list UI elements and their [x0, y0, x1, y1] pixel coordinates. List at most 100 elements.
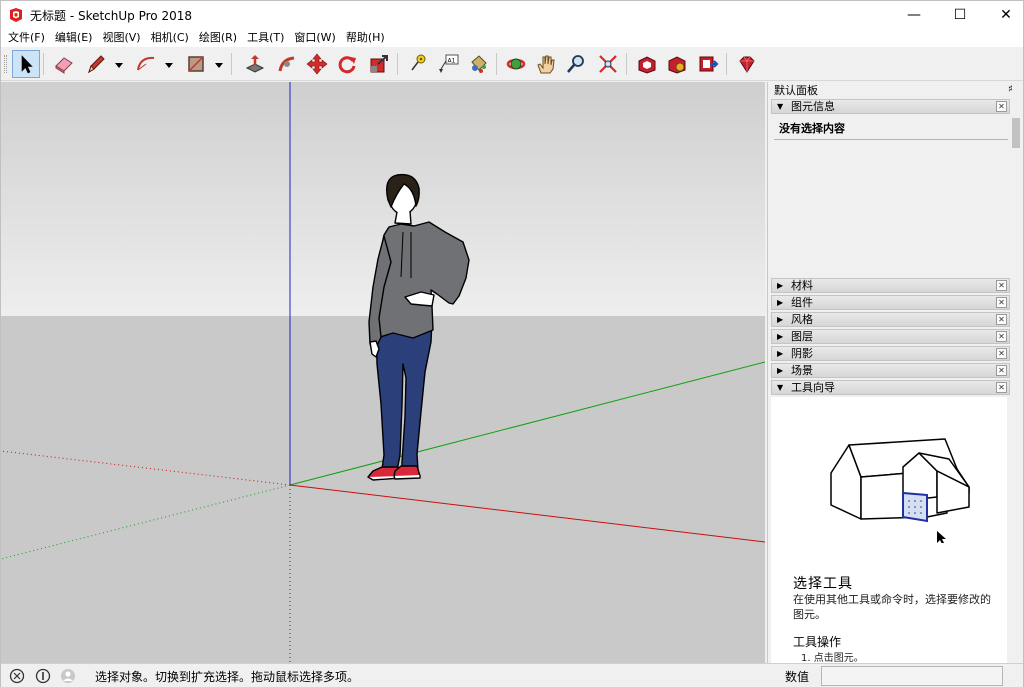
- instructor-description: 在使用其他工具或命令时，选择要修改的图元。: [793, 593, 991, 621]
- toolbar-separator: [626, 53, 627, 75]
- scenes-header[interactable]: ▶ 场景 ✕: [771, 363, 1010, 378]
- select-tool-illustration: [830, 438, 970, 543]
- modeling-viewport[interactable]: [1, 82, 765, 663]
- status-bar: 选择对象。切换到扩充选择。拖动鼠标选择多项。 数值: [1, 663, 1023, 687]
- instructor-operations-title: 工具操作: [793, 635, 842, 649]
- eraser-tool-button[interactable]: [50, 50, 78, 78]
- menu-camera[interactable]: 相机(C): [146, 29, 194, 47]
- menu-edit[interactable]: 编辑(E): [50, 29, 98, 47]
- geo-location-icon[interactable]: [9, 668, 25, 684]
- arc-tool-button[interactable]: [132, 50, 160, 78]
- close-icon[interactable]: ✕: [996, 297, 1007, 308]
- instructor-step: 1. 点击图元。: [801, 653, 864, 663]
- menu-file[interactable]: 文件(F): [3, 29, 50, 47]
- credits-info-icon[interactable]: [35, 668, 51, 684]
- menu-help[interactable]: 帮助(H): [341, 29, 390, 47]
- components-header[interactable]: ▶ 组件 ✕: [771, 295, 1010, 310]
- measurements-label: 数值: [785, 670, 810, 684]
- instructor-body: 选择工具 在使用其他工具或命令时，选择要修改的图元。 工具操作 1. 点击图元。: [771, 397, 1007, 663]
- minimize-button[interactable]: —: [891, 1, 937, 29]
- scene-canvas[interactable]: [1, 82, 765, 663]
- menu-bar: 文件(F) 编辑(E) 视图(V) 相机(C) 绘图(R) 工具(T) 窗口(W…: [1, 29, 1023, 47]
- expanded-triangle-icon: ▼: [777, 102, 784, 111]
- divider: [774, 139, 1008, 140]
- default-tray: 默认面板 ♯ ▼ 图元信息 ✕ 没有选择内容 ▶ 材料 ✕ ▶ 组件 ✕ ▶ 风…: [767, 82, 1023, 663]
- instructor-header[interactable]: ▼ 工具向导 ✕: [771, 380, 1010, 395]
- tape-measure-tool-button[interactable]: [404, 50, 432, 78]
- move-tool-button[interactable]: [303, 50, 331, 78]
- tape-measure-icon: [411, 54, 426, 71]
- menu-draw[interactable]: 绘图(R): [194, 29, 242, 47]
- entity-info-header[interactable]: ▼ 图元信息 ✕: [771, 99, 1010, 114]
- user-account-icon[interactable]: [60, 668, 76, 684]
- rectangle-tool-button[interactable]: [182, 50, 210, 78]
- tray-title: 默认面板: [774, 84, 818, 97]
- status-text: 选择对象。切换到扩充选择。拖动鼠标选择多项。: [95, 670, 360, 684]
- extension-warehouse-button[interactable]: [663, 50, 691, 78]
- pin-icon[interactable]: ♯: [1008, 84, 1013, 95]
- toolbar-grip[interactable]: [4, 55, 7, 73]
- pan-hand-icon: [537, 55, 555, 74]
- svg-text:A1: A1: [448, 58, 456, 65]
- components-label: 组件: [791, 296, 813, 309]
- measurements-input[interactable]: [821, 666, 1003, 686]
- push-pull-tool-button[interactable]: [241, 50, 269, 78]
- zoom-extents-tool-button[interactable]: [594, 50, 622, 78]
- scrollbar-thumb[interactable]: [1012, 118, 1020, 148]
- sketchup-window: 无标题 - SketchUp Pro 2018 — ☐ ✕ 文件(F) 编辑(E…: [0, 0, 1024, 687]
- collapsed-triangle-icon: ▶: [777, 366, 784, 375]
- eraser-icon: [55, 57, 73, 74]
- follow-me-icon: [278, 56, 295, 72]
- menu-window[interactable]: 窗口(W): [289, 29, 340, 47]
- styles-label: 风格: [791, 313, 813, 326]
- layout-icon: [699, 56, 719, 72]
- window-title: 无标题 - SketchUp Pro 2018: [30, 8, 192, 23]
- rotate-tool-button[interactable]: [333, 50, 361, 78]
- styles-header[interactable]: ▶ 风格 ✕: [771, 312, 1010, 327]
- close-icon[interactable]: ✕: [996, 280, 1007, 291]
- shadows-header[interactable]: ▶ 阴影 ✕: [771, 346, 1010, 361]
- pencil-icon: [88, 55, 105, 74]
- collapsed-triangle-icon: ▶: [777, 315, 784, 324]
- ruby-gem-icon: [739, 56, 755, 73]
- send-to-layout-button[interactable]: [694, 50, 722, 78]
- 3d-warehouse-button[interactable]: [633, 50, 661, 78]
- line-dropdown-icon[interactable]: [114, 60, 124, 70]
- paint-bucket-tool-button[interactable]: [464, 50, 492, 78]
- close-icon[interactable]: ✕: [996, 382, 1007, 393]
- follow-me-tool-button[interactable]: [273, 50, 301, 78]
- cursor-arrow-icon: [937, 531, 946, 543]
- arc-dropdown-icon[interactable]: [164, 60, 174, 70]
- materials-header[interactable]: ▶ 材料 ✕: [771, 278, 1010, 293]
- collapsed-triangle-icon: ▶: [777, 349, 784, 358]
- text-tool-button[interactable]: A1: [434, 50, 462, 78]
- shape-dropdown-icon[interactable]: [214, 60, 224, 70]
- maximize-button[interactable]: ☐: [937, 1, 983, 29]
- toolbar-separator: [397, 53, 398, 75]
- menu-view[interactable]: 视图(V): [97, 29, 145, 47]
- ruby-extension-button[interactable]: [733, 50, 761, 78]
- close-icon[interactable]: ✕: [996, 314, 1007, 325]
- tray-scrollbar[interactable]: [1010, 100, 1022, 663]
- zoom-tool-button[interactable]: [562, 50, 590, 78]
- layers-header[interactable]: ▶ 图层 ✕: [771, 329, 1010, 344]
- menu-tools[interactable]: 工具(T): [242, 29, 289, 47]
- entity-info-body: 没有选择内容: [771, 115, 1010, 278]
- close-icon[interactable]: ✕: [996, 101, 1007, 112]
- close-icon[interactable]: ✕: [996, 348, 1007, 359]
- toolbar-separator: [43, 53, 44, 75]
- close-icon[interactable]: ✕: [996, 331, 1007, 342]
- close-icon[interactable]: ✕: [996, 365, 1007, 376]
- pan-tool-button[interactable]: [532, 50, 560, 78]
- scenes-label: 场景: [791, 364, 813, 377]
- select-tool-button[interactable]: [12, 50, 40, 78]
- scale-tool-button[interactable]: [365, 50, 393, 78]
- orbit-tool-button[interactable]: [502, 50, 530, 78]
- close-button[interactable]: ✕: [983, 1, 1024, 29]
- title-bar: 无标题 - SketchUp Pro 2018 — ☐ ✕: [1, 1, 1023, 29]
- paint-bucket-icon: [471, 55, 487, 73]
- extension-warehouse-icon: [668, 56, 686, 74]
- sketchup-logo-icon: [10, 8, 22, 22]
- line-tool-button[interactable]: [82, 50, 110, 78]
- text-label-icon: A1: [439, 54, 459, 73]
